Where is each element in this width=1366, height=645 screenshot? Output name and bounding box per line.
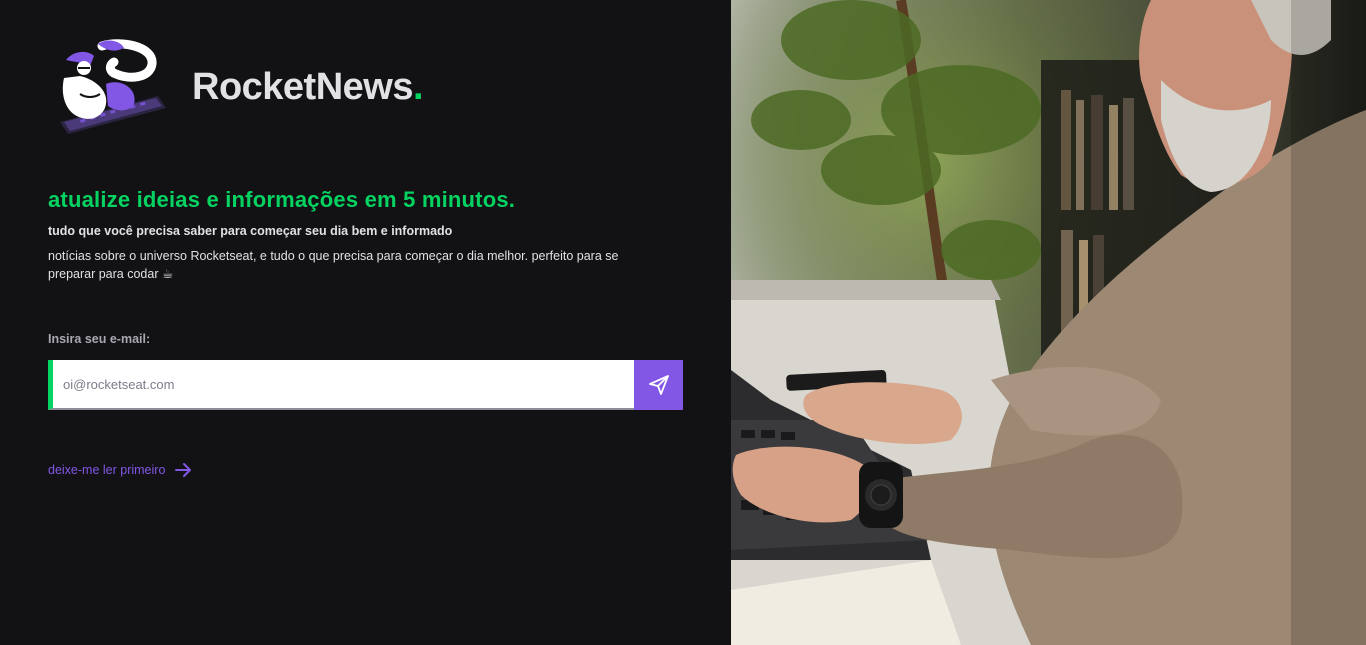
brand-dot: . bbox=[412, 66, 424, 108]
send-button[interactable] bbox=[634, 360, 683, 410]
brand-name: RocketNews bbox=[192, 66, 413, 108]
description: notícias sobre o universo Rocketseat, e … bbox=[48, 249, 619, 281]
hero-photo bbox=[731, 0, 1366, 645]
email-input[interactable] bbox=[48, 360, 634, 410]
brand-title: RocketNews. bbox=[192, 66, 424, 109]
send-icon bbox=[648, 375, 669, 395]
headline: atualize ideias e informações em 5 minut… bbox=[48, 187, 516, 212]
read-first-label: deixe-me ler primeiro bbox=[48, 463, 166, 477]
arrow-right-icon bbox=[175, 463, 192, 477]
read-first-link[interactable]: deixe-me ler primeiro bbox=[48, 460, 193, 480]
mascot-icon bbox=[60, 39, 166, 134]
mascot-logo bbox=[50, 38, 168, 138]
email-label: Insira seu e-mail: bbox=[48, 332, 151, 346]
subheadline: tudo que você precisa saber para começar… bbox=[48, 224, 453, 238]
subscribe-form bbox=[48, 360, 683, 410]
photo-man-typing-laptop bbox=[731, 0, 1366, 645]
left-panel: RocketNews. atualize ideias e informaçõe… bbox=[0, 0, 731, 645]
